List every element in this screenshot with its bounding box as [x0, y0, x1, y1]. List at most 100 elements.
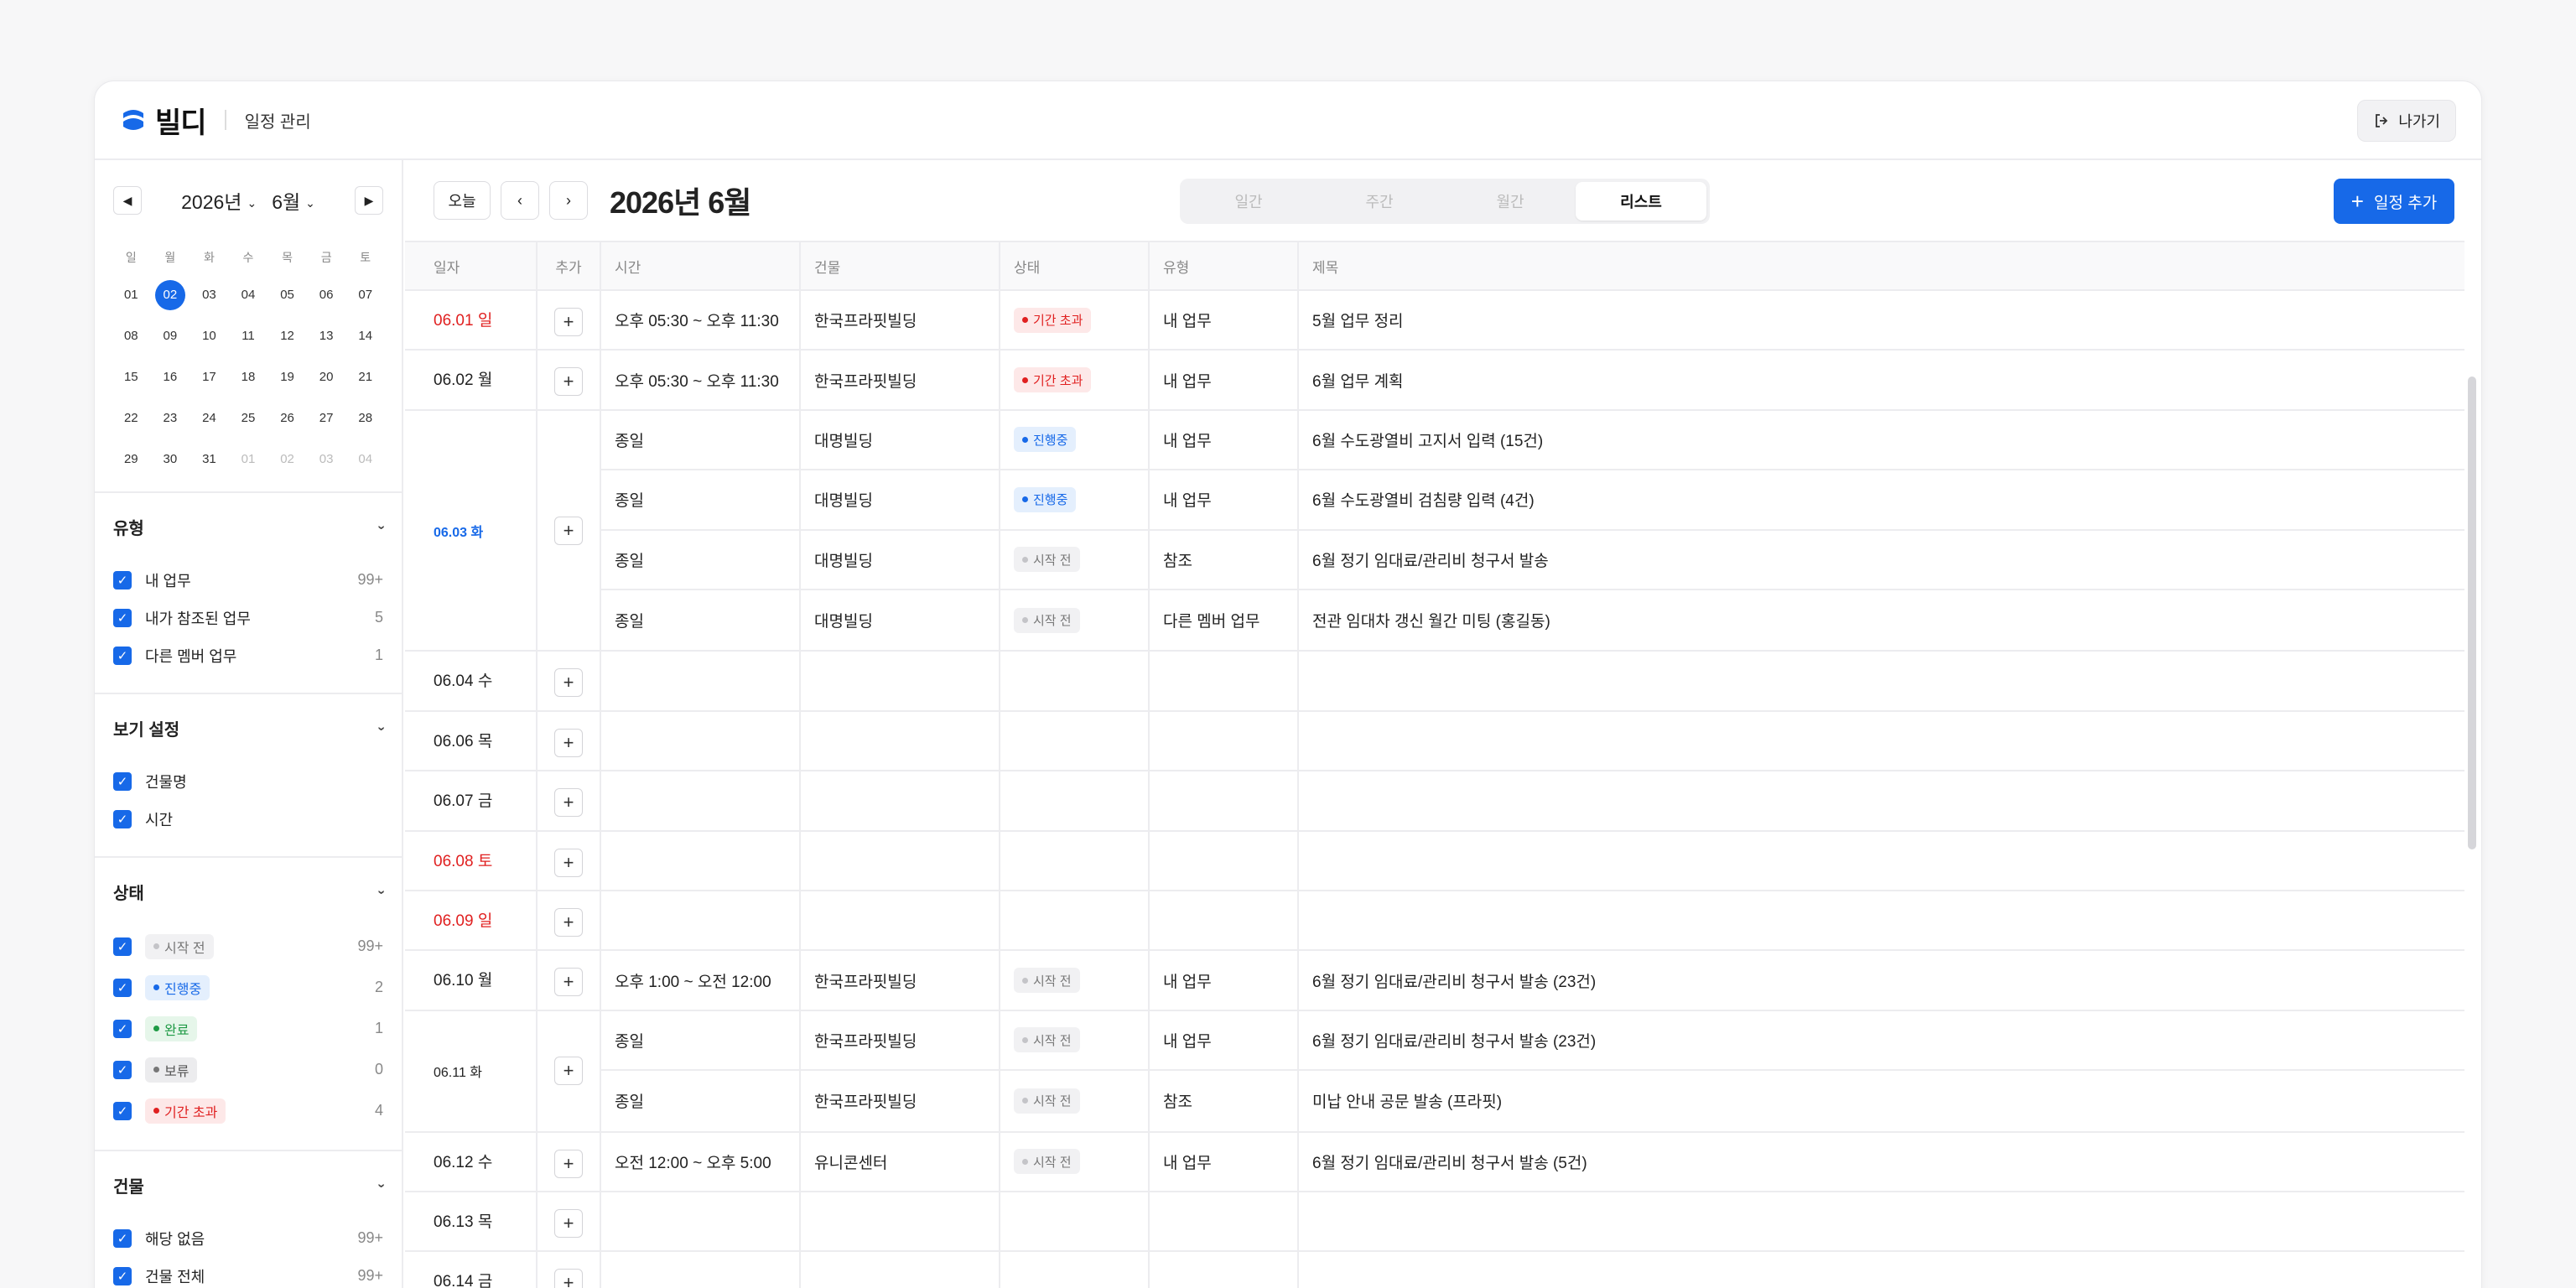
filter-item[interactable]: ✓ 완료 1 [113, 1008, 383, 1049]
filter-item[interactable]: ✓ 건물 전체 99+ [113, 1257, 383, 1288]
calendar-day[interactable]: 27 [307, 397, 346, 439]
table-row[interactable]: 종일 한국프라핏빌딩 시작 전 내 업무 6월 정기 임대료/관리비 청구서 발송 (2… [601, 1010, 2464, 1072]
add-row-button[interactable]: + [554, 308, 583, 336]
cell-title[interactable]: 6월 정기 임대료/관리비 청구서 발송 (5건) [1299, 1133, 2464, 1191]
table-row[interactable]: 06.13 목 + [405, 1192, 2464, 1253]
add-row-button[interactable]: + [554, 728, 583, 757]
cell-title[interactable] [1299, 652, 2464, 709]
vertical-scrollbar[interactable] [2468, 377, 2476, 849]
calendar-day[interactable]: 16 [151, 356, 190, 397]
next-button[interactable]: › [549, 181, 588, 220]
cell-title[interactable] [1299, 771, 2464, 829]
filter-item[interactable]: ✓ 다른 멤버 업무 1 [113, 636, 383, 674]
month-select[interactable]: 6월 ⌄ [272, 186, 315, 215]
checkbox-checked-icon[interactable]: ✓ [113, 978, 132, 997]
brand-logo[interactable]: 빌디 [120, 100, 207, 141]
checkbox-checked-icon[interactable]: ✓ [113, 1019, 132, 1038]
calendar-day[interactable]: 02 [267, 439, 307, 480]
calendar-day[interactable]: 02 [151, 274, 190, 315]
cell-title[interactable]: 미납 안내 공문 발송 (프라핏) [1299, 1071, 2464, 1130]
checkbox-checked-icon[interactable]: ✓ [113, 1266, 132, 1285]
add-row-button[interactable]: + [554, 848, 583, 877]
add-row-button[interactable]: + [554, 968, 583, 997]
calendar-day[interactable]: 07 [345, 274, 385, 315]
year-select[interactable]: 2026년 ⌄ [181, 186, 257, 215]
add-row-button[interactable]: + [554, 668, 583, 698]
add-schedule-button[interactable]: + 일정 추가 [2334, 179, 2454, 224]
calendar-day[interactable]: 04 [229, 274, 268, 315]
add-row-button[interactable]: + [554, 907, 583, 937]
filter-item[interactable]: ✓ 보류 0 [113, 1049, 383, 1090]
add-row-button[interactable]: + [554, 1149, 583, 1178]
chevron-icon[interactable]: › [373, 726, 388, 730]
add-row-button[interactable]: + [554, 516, 583, 545]
cell-title[interactable]: 6월 정기 임대료/관리비 청구서 발송 (23건) [1299, 951, 2464, 1009]
calendar-day[interactable]: 09 [151, 315, 190, 356]
prev-button[interactable]: ‹ [501, 181, 539, 220]
calendar-day[interactable]: 29 [112, 439, 151, 480]
checkbox-checked-icon[interactable]: ✓ [113, 1060, 132, 1079]
calendar-day[interactable]: 13 [307, 315, 346, 356]
filter-item[interactable]: ✓ 내 업무 99+ [113, 561, 383, 599]
checkbox-checked-icon[interactable]: ✓ [113, 646, 132, 665]
calendar-day[interactable]: 14 [345, 315, 385, 356]
calendar-day[interactable]: 01 [229, 439, 268, 480]
calendar-day[interactable]: 12 [267, 315, 307, 356]
calendar-day[interactable]: 22 [112, 397, 151, 439]
cell-title[interactable]: 6월 정기 임대료/관리비 청구서 발송 [1299, 531, 2464, 589]
add-row-button[interactable]: + [554, 1208, 583, 1238]
add-row-button[interactable]: + [554, 367, 583, 397]
cell-title[interactable] [1299, 1192, 2464, 1250]
calendar-day[interactable]: 25 [229, 397, 268, 439]
cell-title[interactable] [1299, 891, 2464, 949]
calendar-day[interactable]: 17 [190, 356, 229, 397]
view-tab-0[interactable]: 일간 [1183, 182, 1314, 221]
checkbox-checked-icon[interactable]: ✓ [113, 809, 132, 828]
checkbox-checked-icon[interactable]: ✓ [113, 608, 132, 627]
table-row[interactable]: 06.01 일 + 오후 05:30 ~ 오후 11:30 한국프라핏빌딩 기간 초과 내… [405, 291, 2464, 351]
checkbox-checked-icon[interactable]: ✓ [113, 937, 132, 956]
cell-title[interactable] [1299, 1252, 2464, 1288]
cell-title[interactable]: 6월 수도광열비 고지서 입력 (15건) [1299, 411, 2464, 469]
filter-item[interactable]: ✓ 진행중 2 [113, 967, 383, 1008]
today-button[interactable]: 오늘 [434, 181, 491, 220]
cell-title[interactable] [1299, 832, 2464, 890]
calendar-day[interactable]: 18 [229, 356, 268, 397]
add-row-button[interactable]: + [554, 788, 583, 818]
calendar-day[interactable]: 01 [112, 274, 151, 315]
calendar-day[interactable]: 31 [190, 439, 229, 480]
add-row-button[interactable]: + [554, 1269, 583, 1288]
view-tab-3[interactable]: 리스트 [1576, 182, 1706, 221]
calendar-day[interactable]: 08 [112, 315, 151, 356]
filter-item[interactable]: ✓ 기간 초과 4 [113, 1090, 383, 1131]
calendar-day[interactable]: 03 [190, 274, 229, 315]
calendar-day[interactable]: 21 [345, 356, 385, 397]
table-row[interactable]: 종일 대명빌딩 시작 전 다른 멤버 업무 전관 임대차 갱신 월간 미팅 (홍길동) [601, 589, 2464, 651]
calendar-day[interactable]: 20 [307, 356, 346, 397]
table-row[interactable]: 06.12 수 + 오전 12:00 ~ 오후 5:00 유니콘센터 시작 전 내 업무 6… [405, 1132, 2464, 1192]
table-row[interactable]: 06.02 월 + 오후 05:30 ~ 오후 11:30 한국프라핏빌딩 기간 초과 내… [405, 351, 2464, 411]
calendar-day[interactable]: 30 [151, 439, 190, 480]
checkbox-checked-icon[interactable]: ✓ [113, 1228, 132, 1248]
filter-item[interactable]: ✓ 해당 없음 99+ [113, 1219, 383, 1257]
filter-item[interactable]: ✓ 시작 전 99+ [113, 926, 383, 967]
table-row[interactable]: 06.09 일 + [405, 891, 2464, 952]
calendar-day[interactable]: 19 [267, 356, 307, 397]
calendar-day[interactable]: 23 [151, 397, 190, 439]
chevron-icon[interactable]: › [373, 1183, 388, 1187]
calendar-day[interactable]: 06 [307, 274, 346, 315]
checkbox-checked-icon[interactable]: ✓ [113, 1101, 132, 1120]
calendar-day[interactable]: 05 [267, 274, 307, 315]
filter-item[interactable]: ✓ 시간 [113, 800, 383, 838]
view-tab-1[interactable]: 주간 [1314, 182, 1445, 221]
table-row[interactable]: 06.04 수 + [405, 652, 2464, 712]
cell-title[interactable] [1299, 712, 2464, 770]
calendar-day[interactable]: 04 [345, 439, 385, 480]
table-row[interactable]: 06.10 월 + 오후 1:00 ~ 오전 12:00 한국프라핏빌딩 시작 전 내 업… [405, 951, 2464, 1011]
table-row[interactable]: 종일 대명빌딩 진행중 내 업무 6월 수도광열비 검침량 입력 (4건) [601, 470, 2464, 531]
cell-title[interactable]: 6월 정기 임대료/관리비 청구서 발송 (23건) [1299, 1011, 2464, 1069]
table-row[interactable]: 06.06 목 + [405, 711, 2464, 772]
cell-title[interactable]: 5월 업무 정리 [1299, 291, 2464, 349]
table-row[interactable]: 06.08 토 + [405, 831, 2464, 891]
calendar-day[interactable]: 15 [112, 356, 151, 397]
